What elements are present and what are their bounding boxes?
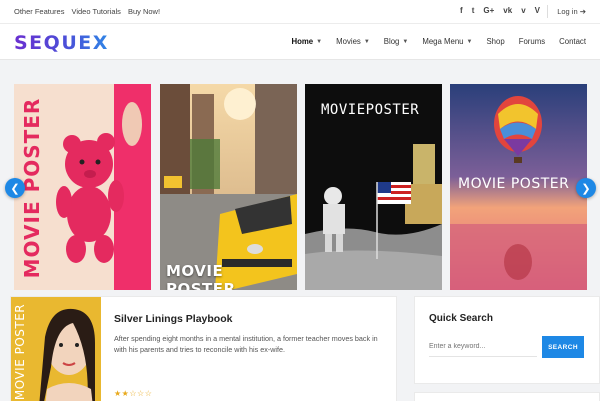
poster-text: MOVIEPOSTER — [321, 102, 420, 118]
nav-item-label: Forums — [518, 37, 546, 46]
site-header: SEQUEX Home ▼ Movies ▼ Blog ▼ Mega Menu … — [0, 24, 600, 60]
quick-search-widget: Quick Search SEARCH — [414, 296, 600, 384]
site-logo[interactable]: SEQUEX — [14, 32, 109, 54]
nav-item-blog[interactable]: Blog ▼ — [384, 37, 409, 46]
divider — [547, 5, 548, 18]
chevron-right-icon: ❯ — [581, 182, 591, 195]
star-rating: ★★☆☆☆ — [114, 389, 153, 398]
slider-next-button[interactable]: ❯ — [576, 178, 596, 198]
vine-icon[interactable]: V — [535, 6, 540, 15]
nav-item-mega-menu[interactable]: Mega Menu ▼ — [422, 37, 472, 46]
vk-icon[interactable]: vk — [503, 6, 512, 15]
top-link-buy-now[interactable]: Buy Now! — [128, 7, 160, 16]
featured-movie-card: MOVIE POSTER Silver Linings Playbook Aft… — [10, 296, 397, 401]
nav-item-label: Blog — [383, 37, 400, 46]
poster-image — [160, 84, 297, 290]
slider-prev-button[interactable]: ❮ — [5, 178, 25, 198]
facebook-icon[interactable]: f — [460, 6, 463, 15]
nav-item-label: Mega Menu — [422, 37, 464, 46]
login-link[interactable]: Log in ➔ — [557, 7, 586, 16]
poster-text: MOVIE POSTER — [166, 262, 236, 290]
chevron-down-icon: ▼ — [466, 38, 473, 45]
nav-item-label: Contact — [559, 37, 586, 46]
twitter-icon[interactable]: t — [472, 6, 475, 15]
nav-item-label: Shop — [486, 37, 505, 46]
poster-text: MOVIE POSTER — [458, 176, 570, 192]
nav-item-movies[interactable]: Movies ▼ — [336, 37, 370, 46]
chevron-left-icon: ❮ — [10, 182, 20, 195]
chevron-down-icon: ▼ — [402, 38, 409, 45]
movie-title[interactable]: Silver Linings Playbook — [114, 313, 232, 325]
google-plus-icon[interactable]: G+ — [483, 6, 494, 15]
nav-item-shop[interactable]: Shop — [486, 37, 504, 46]
slider-card-balloon[interactable]: MOVIE POSTER — [450, 84, 587, 290]
slider-card-city[interactable]: MOVIE POSTER — [160, 84, 297, 290]
top-link-other-features[interactable]: Other Features — [14, 7, 64, 16]
top-links: Other Features Video Tutorials Buy Now! — [14, 7, 160, 16]
nav-item-label: Home — [291, 37, 314, 46]
nav-item-home[interactable]: Home ▼ — [291, 37, 322, 46]
main-nav: Home ▼ Movies ▼ Blog ▼ Mega Menu ▼ Shop … — [291, 37, 586, 46]
chevron-down-icon: ▼ — [316, 38, 323, 45]
movie-description: After spending eight months in a mental … — [114, 334, 378, 354]
slider-card-teddy[interactable]: MOVIE POSTER — [14, 84, 151, 290]
movie-slider: MOVIE POSTER MOVIE POSTER MOVIEPOSTER MO… — [0, 60, 600, 297]
social-links: f t G+ vk v V — [460, 6, 540, 15]
sidebar-widget — [414, 392, 600, 401]
chevron-down-icon: ▼ — [363, 38, 370, 45]
nav-item-label: Movies — [336, 37, 361, 46]
slider-card-moon[interactable]: MOVIEPOSTER — [305, 84, 442, 290]
search-input[interactable] — [429, 337, 537, 357]
featured-poster[interactable]: MOVIE POSTER — [11, 297, 101, 401]
nav-item-contact[interactable]: Contact — [559, 37, 586, 46]
vimeo-icon[interactable]: v — [521, 6, 525, 15]
top-link-video-tutorials[interactable]: Video Tutorials — [71, 7, 120, 16]
search-button[interactable]: SEARCH — [542, 336, 584, 358]
widget-title: Quick Search — [429, 313, 493, 324]
poster-text: MOVIE POSTER — [13, 303, 27, 401]
top-bar: Other Features Video Tutorials Buy Now! … — [0, 0, 600, 24]
nav-item-forums[interactable]: Forums — [519, 37, 545, 46]
